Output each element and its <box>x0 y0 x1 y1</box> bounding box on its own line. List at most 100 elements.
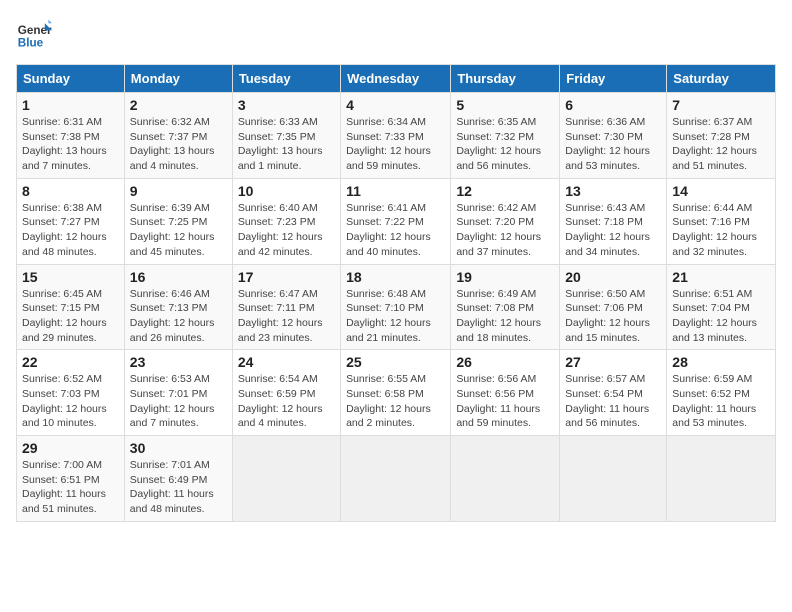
day-number: 11 <box>346 183 445 199</box>
day-info: Sunrise: 6:51 AMSunset: 7:04 PMDaylight:… <box>672 287 770 346</box>
day-number: 19 <box>456 269 554 285</box>
day-info: Sunrise: 6:59 AMSunset: 6:52 PMDaylight:… <box>672 372 770 431</box>
day-info: Sunrise: 6:40 AMSunset: 7:23 PMDaylight:… <box>238 201 335 260</box>
day-info: Sunrise: 6:36 AMSunset: 7:30 PMDaylight:… <box>565 115 661 174</box>
day-info: Sunrise: 6:57 AMSunset: 6:54 PMDaylight:… <box>565 372 661 431</box>
day-info: Sunrise: 6:54 AMSunset: 6:59 PMDaylight:… <box>238 372 335 431</box>
day-cell: 17 Sunrise: 6:47 AMSunset: 7:11 PMDayligh… <box>232 264 340 350</box>
day-cell: 1 Sunrise: 6:31 AMSunset: 7:38 PMDaylight… <box>17 93 125 179</box>
svg-text:Blue: Blue <box>18 37 44 50</box>
day-info: Sunrise: 6:37 AMSunset: 7:28 PMDaylight:… <box>672 115 770 174</box>
day-cell: 4Sunrise: 6:34 AMSunset: 7:33 PMDaylight… <box>341 93 451 179</box>
day-info: Sunrise: 6:56 AMSunset: 6:56 PMDaylight:… <box>456 372 554 431</box>
day-cell: 2 Sunrise: 6:32 AMSunset: 7:37 PMDaylight… <box>124 93 232 179</box>
day-cell: 7 Sunrise: 6:37 AMSunset: 7:28 PMDaylight… <box>667 93 776 179</box>
day-cell: 23Sunrise: 6:53 AMSunset: 7:01 PMDayligh… <box>124 350 232 436</box>
day-cell: 28Sunrise: 6:59 AMSunset: 6:52 PMDayligh… <box>667 350 776 436</box>
day-info: Sunrise: 6:50 AMSunset: 7:06 PMDaylight:… <box>565 287 661 346</box>
calendar-table: SundayMondayTuesdayWednesdayThursdayFrid… <box>16 64 776 522</box>
day-cell: 18 Sunrise: 6:48 AMSunset: 7:10 PMDayligh… <box>341 264 451 350</box>
day-info: Sunrise: 7:00 AMSunset: 6:51 PMDaylight:… <box>22 458 119 517</box>
day-cell: 13Sunrise: 6:43 AMSunset: 7:18 PMDayligh… <box>560 178 667 264</box>
day-info: Sunrise: 6:31 AMSunset: 7:38 PMDaylight:… <box>22 115 119 174</box>
header-row: SundayMondayTuesdayWednesdayThursdayFrid… <box>17 65 776 93</box>
day-number: 22 <box>22 354 119 370</box>
header-cell-tuesday: Tuesday <box>232 65 340 93</box>
day-number: 25 <box>346 354 445 370</box>
day-cell <box>451 436 560 522</box>
week-row-2: 8 Sunrise: 6:38 AMSunset: 7:27 PMDaylight… <box>17 178 776 264</box>
day-info: Sunrise: 6:43 AMSunset: 7:18 PMDaylight:… <box>565 201 661 260</box>
header-cell-monday: Monday <box>124 65 232 93</box>
day-info: Sunrise: 6:34 AMSunset: 7:33 PMDaylight:… <box>346 115 445 174</box>
day-cell: 8 Sunrise: 6:38 AMSunset: 7:27 PMDaylight… <box>17 178 125 264</box>
day-cell: 9 Sunrise: 6:39 AMSunset: 7:25 PMDaylight… <box>124 178 232 264</box>
day-number: 21 <box>672 269 770 285</box>
week-row-3: 15Sunrise: 6:45 AMSunset: 7:15 PMDayligh… <box>17 264 776 350</box>
day-number: 2 <box>130 97 227 113</box>
day-number: 3 <box>238 97 335 113</box>
day-cell: 19 Sunrise: 6:49 AMSunset: 7:08 PMDayligh… <box>451 264 560 350</box>
page-header: General Blue <box>16 16 776 52</box>
day-cell: 10 Sunrise: 6:40 AMSunset: 7:23 PMDayligh… <box>232 178 340 264</box>
day-info: Sunrise: 6:48 AMSunset: 7:10 PMDaylight:… <box>346 287 445 346</box>
day-number: 27 <box>565 354 661 370</box>
header-cell-thursday: Thursday <box>451 65 560 93</box>
day-cell: 21 Sunrise: 6:51 AMSunset: 7:04 PMDayligh… <box>667 264 776 350</box>
day-cell <box>560 436 667 522</box>
day-number: 30 <box>130 440 227 456</box>
day-number: 16 <box>130 269 227 285</box>
day-info: Sunrise: 6:47 AMSunset: 7:11 PMDaylight:… <box>238 287 335 346</box>
day-cell: 12 Sunrise: 6:42 AMSunset: 7:20 PMDayligh… <box>451 178 560 264</box>
day-cell <box>232 436 340 522</box>
header-cell-wednesday: Wednesday <box>341 65 451 93</box>
day-info: Sunrise: 6:55 AMSunset: 6:58 PMDaylight:… <box>346 372 445 431</box>
day-info: Sunrise: 6:39 AMSunset: 7:25 PMDaylight:… <box>130 201 227 260</box>
day-number: 10 <box>238 183 335 199</box>
day-cell: 26Sunrise: 6:56 AMSunset: 6:56 PMDayligh… <box>451 350 560 436</box>
day-cell: 25 Sunrise: 6:55 AMSunset: 6:58 PMDayligh… <box>341 350 451 436</box>
day-number: 7 <box>672 97 770 113</box>
day-cell: 5 Sunrise: 6:35 AMSunset: 7:32 PMDaylight… <box>451 93 560 179</box>
day-info: Sunrise: 6:33 AMSunset: 7:35 PMDaylight:… <box>238 115 335 174</box>
day-number: 17 <box>238 269 335 285</box>
day-cell: 29Sunrise: 7:00 AMSunset: 6:51 PMDayligh… <box>17 436 125 522</box>
day-info: Sunrise: 7:01 AMSunset: 6:49 PMDaylight:… <box>130 458 227 517</box>
day-cell: 22 Sunrise: 6:52 AMSunset: 7:03 PMDayligh… <box>17 350 125 436</box>
week-row-4: 22 Sunrise: 6:52 AMSunset: 7:03 PMDayligh… <box>17 350 776 436</box>
header-cell-saturday: Saturday <box>667 65 776 93</box>
day-cell: 3 Sunrise: 6:33 AMSunset: 7:35 PMDaylight… <box>232 93 340 179</box>
day-number: 1 <box>22 97 119 113</box>
day-number: 9 <box>130 183 227 199</box>
day-number: 8 <box>22 183 119 199</box>
logo-icon: General Blue <box>16 16 52 52</box>
day-number: 18 <box>346 269 445 285</box>
week-row-1: 1 Sunrise: 6:31 AMSunset: 7:38 PMDaylight… <box>17 93 776 179</box>
day-info: Sunrise: 6:38 AMSunset: 7:27 PMDaylight:… <box>22 201 119 260</box>
day-cell: 16 Sunrise: 6:46 AMSunset: 7:13 PMDayligh… <box>124 264 232 350</box>
day-info: Sunrise: 6:35 AMSunset: 7:32 PMDaylight:… <box>456 115 554 174</box>
header-cell-sunday: Sunday <box>17 65 125 93</box>
day-cell: 20 Sunrise: 6:50 AMSunset: 7:06 PMDayligh… <box>560 264 667 350</box>
logo: General Blue <box>16 16 56 52</box>
day-info: Sunrise: 6:45 AMSunset: 7:15 PMDaylight:… <box>22 287 119 346</box>
day-cell: 27 Sunrise: 6:57 AMSunset: 6:54 PMDayligh… <box>560 350 667 436</box>
day-cell <box>341 436 451 522</box>
week-row-5: 29Sunrise: 7:00 AMSunset: 6:51 PMDayligh… <box>17 436 776 522</box>
day-number: 20 <box>565 269 661 285</box>
day-info: Sunrise: 6:42 AMSunset: 7:20 PMDaylight:… <box>456 201 554 260</box>
day-cell: 15Sunrise: 6:45 AMSunset: 7:15 PMDayligh… <box>17 264 125 350</box>
day-info: Sunrise: 6:46 AMSunset: 7:13 PMDaylight:… <box>130 287 227 346</box>
day-cell: 30 Sunrise: 7:01 AMSunset: 6:49 PMDayligh… <box>124 436 232 522</box>
day-number: 14 <box>672 183 770 199</box>
day-number: 12 <box>456 183 554 199</box>
day-info: Sunrise: 6:53 AMSunset: 7:01 PMDaylight:… <box>130 372 227 431</box>
day-cell: 14 Sunrise: 6:44 AMSunset: 7:16 PMDayligh… <box>667 178 776 264</box>
day-cell: 11Sunrise: 6:41 AMSunset: 7:22 PMDayligh… <box>341 178 451 264</box>
day-cell: 6Sunrise: 6:36 AMSunset: 7:30 PMDaylight… <box>560 93 667 179</box>
day-number: 5 <box>456 97 554 113</box>
day-info: Sunrise: 6:44 AMSunset: 7:16 PMDaylight:… <box>672 201 770 260</box>
day-info: Sunrise: 6:52 AMSunset: 7:03 PMDaylight:… <box>22 372 119 431</box>
day-info: Sunrise: 6:49 AMSunset: 7:08 PMDaylight:… <box>456 287 554 346</box>
day-info: Sunrise: 6:32 AMSunset: 7:37 PMDaylight:… <box>130 115 227 174</box>
